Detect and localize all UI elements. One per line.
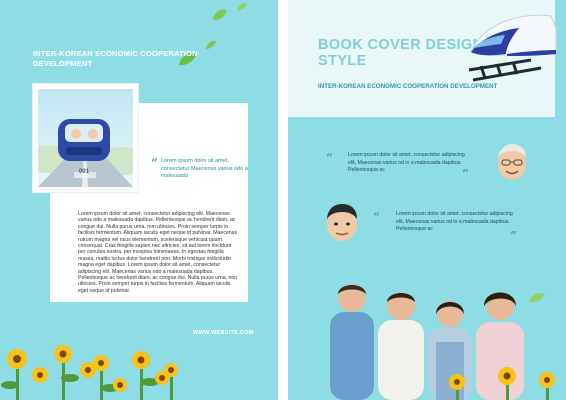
photo-frame: 001 — [33, 84, 138, 192]
body-text: Lorem ipsum dolor sit amet, consectetur … — [78, 211, 238, 294]
man-face-icon — [327, 204, 357, 241]
quote-icon: “ — [151, 156, 158, 170]
car-photo: 001 — [38, 89, 133, 187]
leaf-icon — [213, 9, 227, 21]
quote-icon: “ — [373, 210, 380, 224]
quote-icon: ” — [510, 229, 517, 243]
quote-icon: “ — [326, 151, 333, 165]
man-face-icon — [498, 144, 526, 180]
sunflower-icon — [449, 367, 555, 400]
plate-label: 001 — [79, 169, 90, 175]
train-icon — [468, 14, 557, 82]
quote-text: Lorem ipsum dolor sit amet, consectetur … — [161, 158, 248, 179]
quote-text-2: Lorem ipsum dolor sit amet, consectetur … — [396, 211, 513, 232]
left-page: INTER-KOREAN ECONOMIC COOPERATION DEVELO… — [0, 0, 278, 400]
sunflower-icon — [1, 345, 178, 400]
right-page: BOOK COVER DESIGN STYLE INTER-KOREAN ECO… — [288, 0, 566, 400]
page-title: INTER-KOREAN ECONOMIC COOPERATION DEVELO… — [33, 49, 198, 68]
leaf-icon — [237, 2, 247, 11]
quote-text-1: Lorem ipsum dolor sit amet, consectetur … — [348, 152, 465, 173]
quote-icon: ” — [462, 167, 469, 181]
website-link[interactable]: WWW.WEBSITE.COM — [193, 330, 254, 336]
book-gutter — [278, 0, 288, 400]
